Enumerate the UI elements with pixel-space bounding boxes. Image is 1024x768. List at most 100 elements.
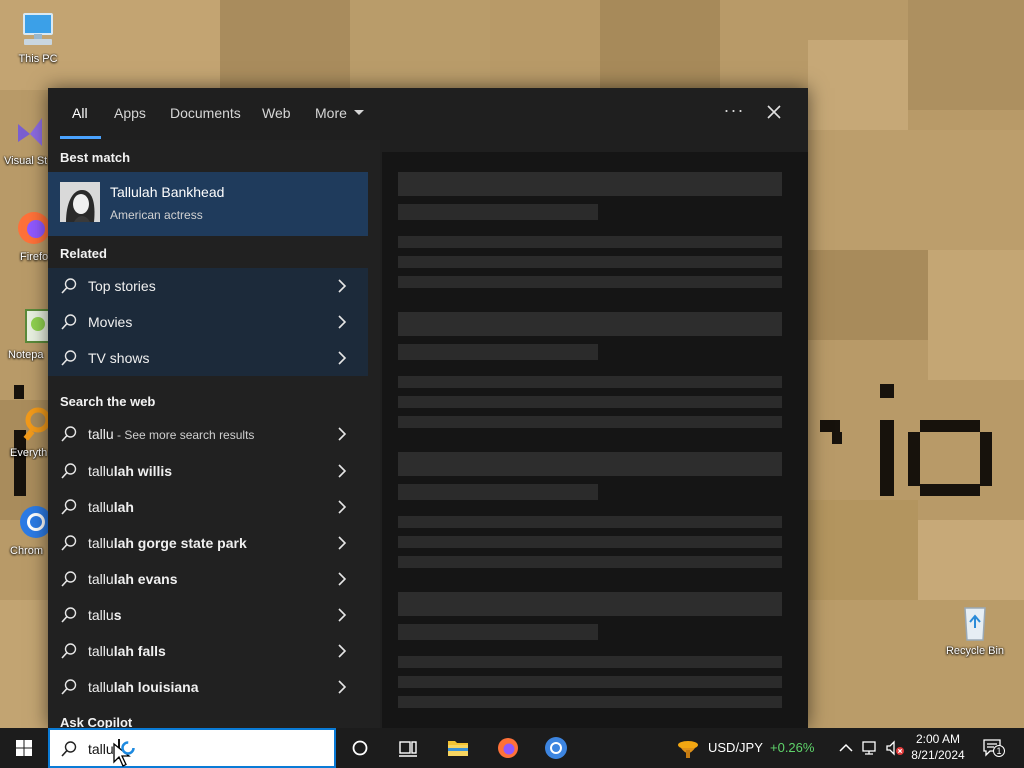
computer-icon: [18, 10, 58, 50]
firefox-icon: [10, 208, 50, 248]
chevron-down-icon: [353, 110, 364, 115]
search-icon: [61, 571, 77, 587]
web-suggestion[interactable]: tallus: [48, 597, 368, 633]
web-suggestion[interactable]: tallu - See more search results: [48, 416, 368, 452]
search-query-text: tallu: [88, 741, 114, 757]
notification-count: 1: [993, 745, 1005, 757]
loading-placeholder: [398, 376, 782, 388]
network-icon: [862, 741, 876, 755]
cortana-circle-icon: [352, 740, 368, 756]
suggestion-typed-part: tallu: [88, 499, 114, 515]
loading-placeholder: [398, 396, 782, 408]
web-suggestion[interactable]: tallulah gorge state park: [48, 525, 368, 561]
task-view-button[interactable]: [396, 736, 420, 760]
currency-change[interactable]: +0.26%: [770, 740, 814, 755]
loading-placeholder: [398, 484, 598, 500]
loading-placeholder: [398, 624, 598, 640]
best-match-result[interactable]: Tallulah Bankhead American actress: [48, 172, 368, 236]
web-suggestion[interactable]: tallulah louisiana: [48, 669, 368, 705]
loading-placeholder: [398, 536, 782, 548]
tab-apps[interactable]: Apps: [114, 105, 146, 121]
search-icon: [61, 643, 77, 659]
suggestion-completion: lah louisiana: [113, 679, 199, 695]
suggestion-typed-part: tallu: [88, 463, 114, 479]
chevron-right-icon: [338, 500, 347, 514]
windows-logo-icon: [16, 740, 32, 756]
suggestion-typed-part: tallu: [88, 607, 114, 623]
tab-all[interactable]: All: [72, 105, 88, 121]
chrome-icon: [10, 502, 52, 542]
cortana-button[interactable]: [348, 736, 372, 760]
show-hidden-icons-button[interactable]: [836, 736, 856, 760]
ask-copilot-header: Ask Copilot: [60, 715, 133, 728]
web-suggestion[interactable]: tallulah evans: [48, 561, 368, 597]
suggestion-typed-part: tallu: [88, 535, 114, 551]
related-list: Top stories Movies TV shows: [48, 268, 368, 376]
loading-placeholder: [398, 416, 782, 428]
best-match-header: Best match: [60, 150, 131, 165]
close-button[interactable]: [762, 100, 786, 124]
suggestion-completion: lah willis: [113, 463, 173, 479]
file-explorer-button[interactable]: [446, 736, 470, 760]
suggestion-completion: lah gorge state park: [113, 535, 247, 551]
more-options-button[interactable]: ···: [722, 100, 746, 124]
related-item-top-stories[interactable]: Top stories: [48, 268, 368, 304]
visual-studio-icon: [10, 112, 50, 152]
everything-search-icon: [10, 404, 51, 444]
related-item-movies[interactable]: Movies: [48, 304, 368, 340]
chevron-right-icon: [338, 279, 347, 293]
desktop-icon-label: Recycle Bin: [945, 645, 1005, 657]
loading-placeholder: [398, 256, 782, 268]
action-center-button[interactable]: 1: [982, 738, 1005, 758]
tab-more[interactable]: More: [315, 105, 364, 121]
search-icon: [61, 314, 77, 330]
loading-placeholder: [398, 556, 782, 568]
firefox-button[interactable]: [496, 736, 520, 760]
system-clock[interactable]: 2:00 AM 8/21/2024: [900, 731, 976, 763]
recycle-bin-icon: [955, 602, 995, 642]
web-suggestion[interactable]: tallulah willis: [48, 453, 368, 489]
search-icon: [61, 278, 77, 294]
chevron-right-icon: [338, 680, 347, 694]
chrome-button[interactable]: [544, 736, 568, 760]
search-tabs: All Apps Documents Web More ···: [48, 88, 808, 140]
suggestion-completion: s: [113, 607, 122, 623]
clock-date: 8/21/2024: [911, 748, 965, 762]
chrome-icon: [545, 737, 567, 759]
results-list: Best match Tallulah Bankhead American ac…: [48, 140, 380, 728]
search-icon: [61, 463, 77, 479]
tab-web[interactable]: Web: [262, 105, 291, 121]
loading-placeholder: [398, 592, 782, 616]
tab-documents[interactable]: Documents: [170, 105, 241, 121]
chevron-up-icon: [839, 743, 853, 752]
tallulah-bankhead-photo: [60, 182, 100, 222]
taskbar: tallu USD/JPY +0.26% 2:00 AM 8/21/2024 1: [0, 728, 1024, 768]
currency-widget-icon[interactable]: [676, 736, 700, 760]
network-button[interactable]: [860, 736, 880, 760]
chevron-right-icon: [338, 351, 347, 365]
suggestion-completion: lah falls: [113, 643, 166, 659]
loading-placeholder: [398, 236, 782, 248]
desktop-icon-recycle-bin[interactable]: Recycle Bin: [937, 602, 1013, 658]
related-item-tv-shows[interactable]: TV shows: [48, 340, 368, 376]
search-flyout: All Apps Documents Web More ··· Best mat…: [48, 88, 808, 728]
loading-placeholder: [398, 204, 598, 220]
web-suggestion[interactable]: tallulah falls: [48, 633, 368, 669]
search-icon: [61, 741, 77, 757]
search-icon: [61, 499, 77, 515]
taskbar-search-input[interactable]: tallu: [48, 728, 336, 768]
desktop-icon-this-pc[interactable]: This PC: [0, 10, 76, 66]
loading-placeholder: [398, 696, 782, 708]
currency-pair[interactable]: USD/JPY: [708, 740, 763, 755]
money-bag-icon: [678, 741, 698, 758]
suggestion-typed-part: tallu: [88, 643, 114, 659]
loading-placeholder: [398, 276, 782, 288]
desktop-icon-label: This PC: [18, 53, 58, 65]
chevron-right-icon: [338, 427, 347, 441]
web-suggestion[interactable]: tallulah: [48, 489, 368, 525]
task-view-icon: [399, 741, 417, 757]
related-item-label: TV shows: [88, 350, 150, 366]
notepad-icon: [10, 306, 51, 346]
chevron-right-icon: [338, 464, 347, 478]
start-button[interactable]: [0, 728, 48, 768]
